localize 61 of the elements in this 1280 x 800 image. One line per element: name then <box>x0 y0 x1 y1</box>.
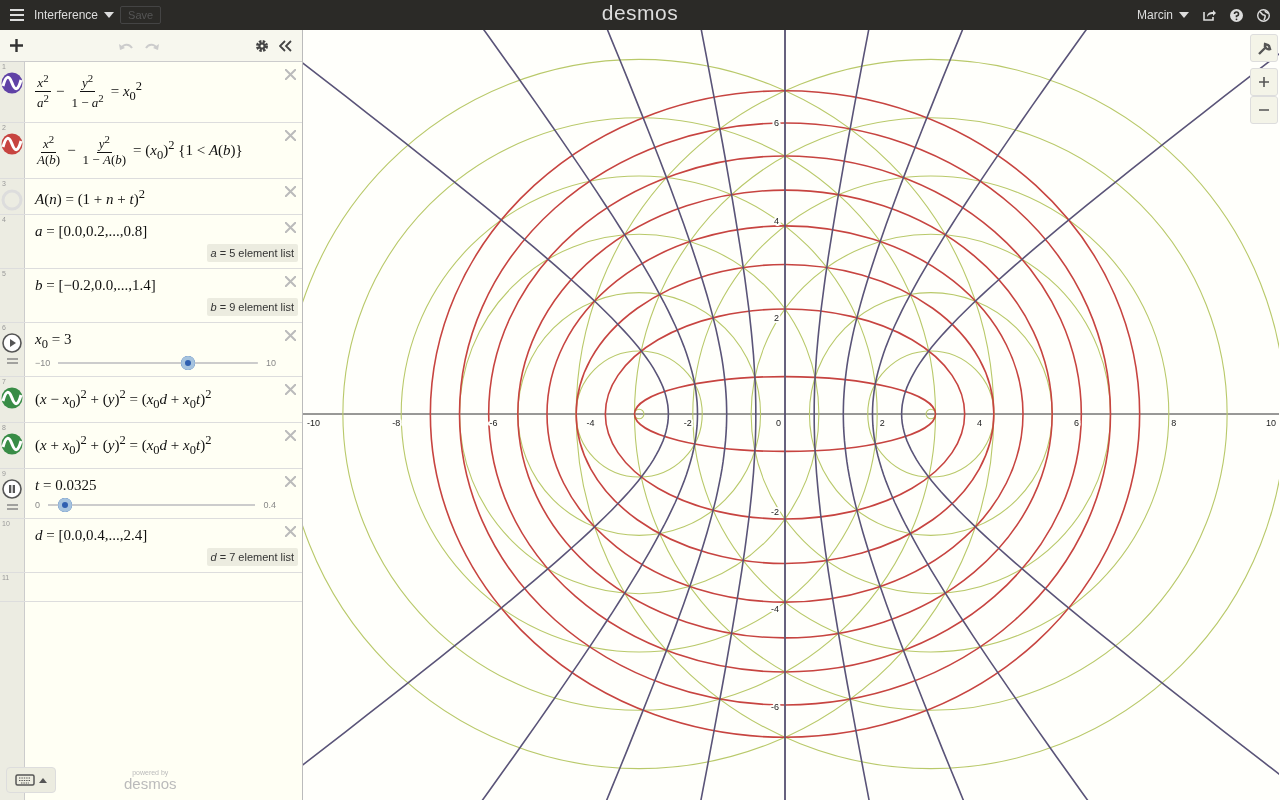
math-expression[interactable]: b = [−0.2,0.0,...,1.4] <box>35 276 156 294</box>
caret-icon[interactable] <box>104 12 115 18</box>
axis-label: 4 <box>976 418 982 428</box>
slider-min: −10 <box>35 357 51 368</box>
math-expression[interactable]: x$_{0}$ = 3 <box>35 330 72 352</box>
settings-icon[interactable] <box>255 38 269 53</box>
axis-label: 4 <box>774 215 779 226</box>
user-menu[interactable]: Marcin <box>1137 8 1173 22</box>
share-icon[interactable] <box>1203 9 1216 21</box>
slider-max: 0.4 <box>263 499 276 510</box>
zoom-in-icon[interactable] <box>1250 68 1278 96</box>
axis-label: -10 <box>307 418 320 428</box>
math-expression[interactable]: d = [0.0,0.4,...,2.4] <box>35 526 148 544</box>
axis-label: -6 <box>489 418 498 428</box>
help-icon[interactable] <box>1230 8 1243 22</box>
math-expression[interactable]: (x − x$_{0}$)$^{2}$ + (y)$^{2}$ = (x$_{0}$d + x$_{0}$t)$^{2}$ <box>35 386 212 412</box>
axis-label: -2 <box>771 507 779 518</box>
graph-title[interactable]: Interference <box>34 8 99 22</box>
list-summary: a = 5 element list <box>206 243 298 262</box>
axis-label: 10 <box>1266 418 1276 428</box>
axis-label: 6 <box>774 118 779 129</box>
slider-options-icon[interactable] <box>6 356 18 365</box>
graph-style-icon[interactable] <box>1 72 23 94</box>
math-expression[interactable]: (x + x$_{0}$)$^{2}$ + (y)$^{2}$ = (x$_{0}$d + x$_{0}$t)$^{2}$ <box>35 432 212 458</box>
axis-label: 2 <box>774 312 779 323</box>
list-summary: b = 9 element list <box>206 297 298 316</box>
axis-label: 8 <box>1171 418 1177 428</box>
slider-min: 0 <box>35 499 40 510</box>
graph-style-icon[interactable] <box>1 132 23 155</box>
list-summary: d = 7 element list <box>206 547 298 566</box>
math-expression[interactable]: A(n) = (1 + n + t)$^{2}$ <box>35 186 145 208</box>
wrench-icon[interactable] <box>1250 34 1278 62</box>
keyboard-icon <box>15 774 35 786</box>
graph-style-icon[interactable] <box>1 432 23 455</box>
zoom-out-icon[interactable] <box>1250 96 1278 124</box>
globe-icon[interactable] <box>1257 8 1270 22</box>
axis-label: -2 <box>683 418 692 428</box>
math-expression[interactable]: t = 0.0325 <box>35 476 97 494</box>
pause-button[interactable] <box>2 478 22 499</box>
axis-label: 0 <box>776 418 781 428</box>
math-expression[interactable]: x$^{2}$ A(b) − y$^{2}$ 1 − A(b) = (x$_{0}$)$^{2}$ {1 < A(b)} <box>35 132 243 168</box>
slider-options-icon[interactable] <box>6 502 18 511</box>
slider-max: 10 <box>266 357 276 368</box>
collapse-icon[interactable] <box>279 39 292 52</box>
menu-icon[interactable] <box>10 9 24 21</box>
math-expression[interactable]: a = [0.0,0.2,...,0.8] <box>35 222 148 240</box>
caret-icon <box>39 777 47 783</box>
desmos-logo: desmos <box>601 1 679 25</box>
axis-label: -4 <box>586 418 595 428</box>
axis-label: -8 <box>392 418 401 428</box>
keyboard-button[interactable] <box>6 767 56 793</box>
axis-label: 2 <box>879 418 885 428</box>
axis-label: 6 <box>1074 418 1080 428</box>
slider-thumb[interactable] <box>57 497 72 512</box>
desmos-logo: desmos <box>124 776 177 791</box>
play-button[interactable] <box>2 332 22 353</box>
slider-thumb[interactable] <box>181 355 196 370</box>
axis-label: -4 <box>771 604 779 615</box>
caret-icon[interactable] <box>1179 12 1189 18</box>
add-icon[interactable] <box>10 39 23 52</box>
graph-style-icon[interactable] <box>1 386 23 409</box>
